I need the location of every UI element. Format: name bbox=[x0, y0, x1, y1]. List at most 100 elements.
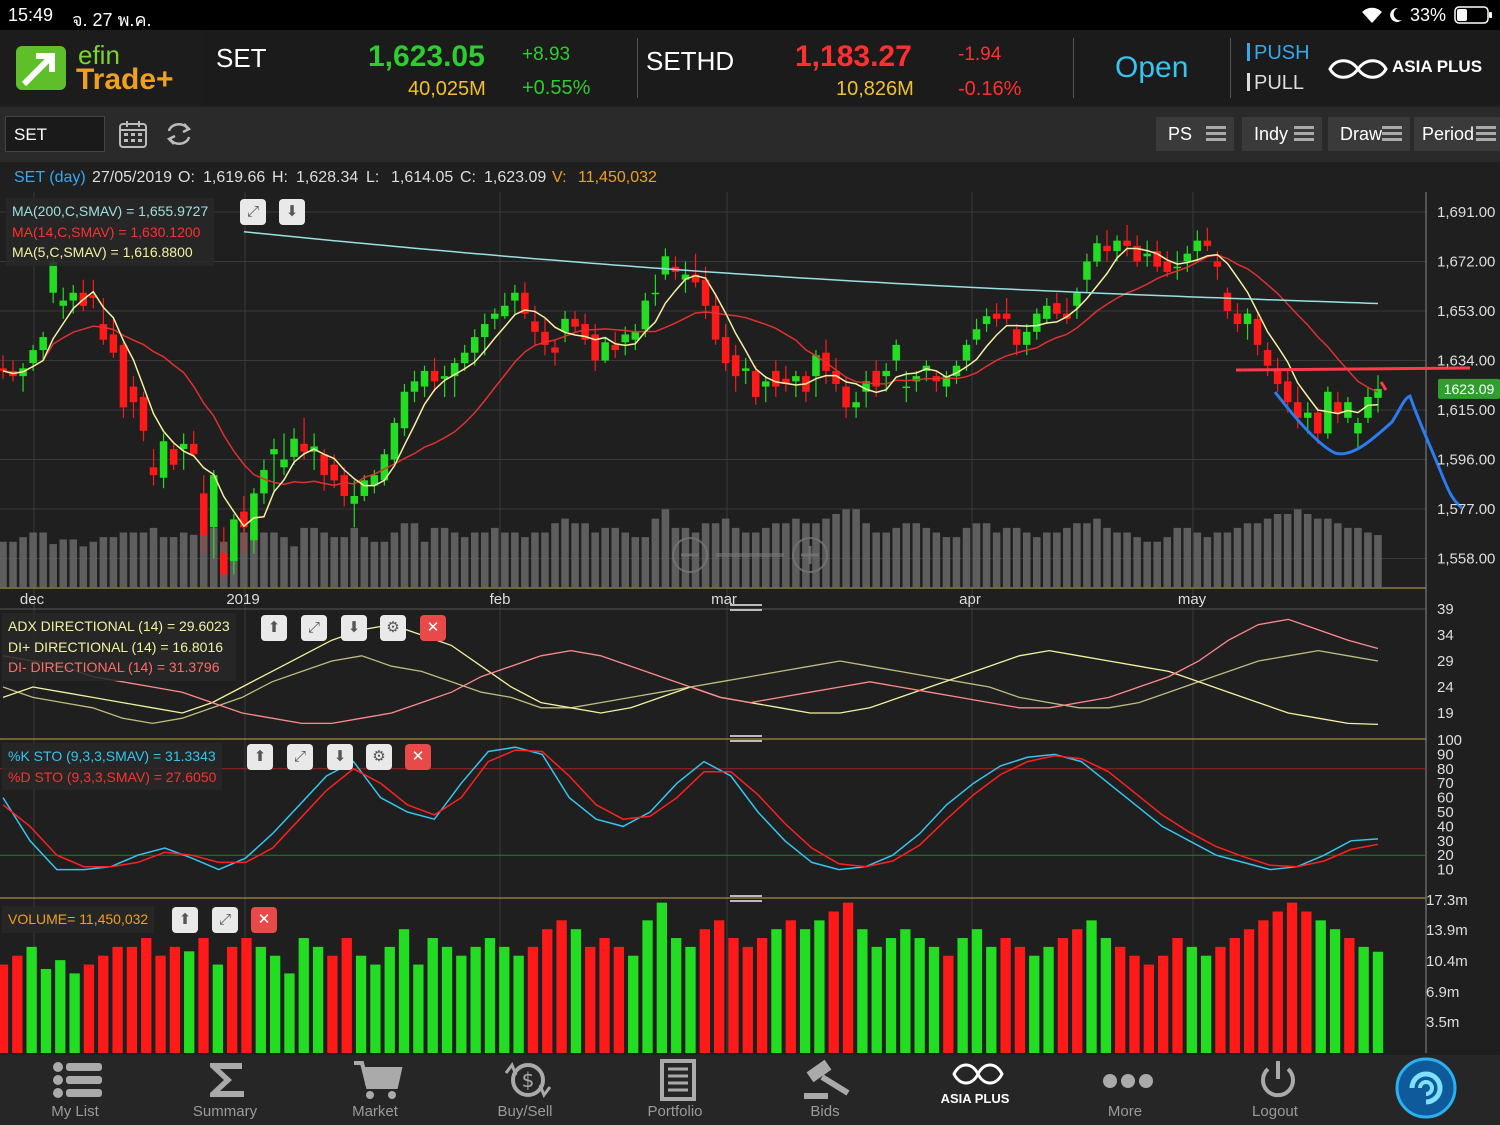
volume-overlay-bar bbox=[1253, 523, 1262, 588]
sto-legend: %K STO (9,3,3,SMAV) = 31.3343 %D STO (9,… bbox=[2, 743, 223, 790]
index-name: SET bbox=[216, 43, 267, 73]
arrow-down-icon[interactable]: ⬇ bbox=[279, 199, 305, 225]
candle-body bbox=[511, 292, 519, 301]
settings-icon[interactable]: ⚙ bbox=[366, 744, 392, 770]
volume-bar bbox=[284, 973, 295, 1053]
volume-bar bbox=[1272, 911, 1283, 1053]
month-label: apr bbox=[959, 591, 981, 608]
volume-overlay-bar bbox=[430, 527, 439, 588]
sync-fab-icon[interactable] bbox=[1392, 1055, 1460, 1121]
volume-bar bbox=[914, 938, 925, 1053]
volume-bar bbox=[585, 946, 596, 1053]
volume-bar bbox=[842, 902, 854, 1053]
volume-overlay-bar bbox=[420, 541, 429, 588]
volume-bar bbox=[1072, 929, 1083, 1053]
candle-body bbox=[1314, 412, 1322, 434]
volume-overlay-bar bbox=[681, 527, 690, 588]
ohlc-volume: 11,450,032 bbox=[578, 169, 657, 186]
volume-bar bbox=[986, 946, 997, 1053]
candle-body bbox=[651, 292, 660, 295]
ohlc-open: 1,619.66 bbox=[203, 169, 266, 186]
candle-body bbox=[1273, 370, 1282, 384]
volume-overlay-bar bbox=[511, 532, 519, 588]
expand-icon[interactable]: ⤢ bbox=[240, 199, 266, 225]
volume-overlay-bar bbox=[1133, 537, 1141, 588]
volume-bar bbox=[241, 938, 252, 1053]
volume-overlay-bar bbox=[49, 544, 57, 588]
arrow-up-icon[interactable]: ⬆ bbox=[261, 615, 287, 641]
candle-body bbox=[721, 337, 730, 364]
nav-buy-sell[interactable]: $ Buy/Sell bbox=[450, 1055, 600, 1125]
trade-arrow-icon bbox=[16, 46, 66, 90]
volume-overlay-bar bbox=[1063, 527, 1071, 588]
ps-button[interactable]: PS bbox=[1156, 117, 1234, 151]
period-button[interactable]: Period bbox=[1414, 117, 1500, 151]
close-icon[interactable]: ✕ bbox=[420, 615, 446, 641]
nav-label: Portfolio bbox=[647, 1103, 703, 1120]
indy-label: Indy bbox=[1254, 124, 1289, 144]
volume-overlay-bar bbox=[1113, 532, 1121, 588]
price-tick-label: 1,691.00 bbox=[1437, 204, 1495, 221]
volume-overlay-bar bbox=[59, 539, 67, 588]
volume-overlay-bar bbox=[551, 523, 559, 588]
volume-overlay-bar bbox=[922, 527, 931, 588]
volume-bar bbox=[699, 929, 710, 1053]
more-icon bbox=[1103, 1074, 1153, 1088]
nav-market[interactable]: Market bbox=[300, 1055, 450, 1125]
candle-body bbox=[491, 313, 499, 319]
nav-logout[interactable]: Logout bbox=[1200, 1055, 1350, 1125]
candle-body bbox=[631, 331, 640, 340]
arrow-down-icon[interactable]: ⬇ bbox=[327, 744, 353, 770]
symbol-input[interactable]: SET bbox=[5, 116, 105, 152]
refresh-icon[interactable] bbox=[164, 120, 194, 148]
price-tick-label: 1,615.00 bbox=[1437, 402, 1495, 419]
expand-icon[interactable]: ⤢ bbox=[212, 907, 238, 933]
volume-bar bbox=[513, 955, 524, 1053]
volume-bar bbox=[771, 929, 782, 1053]
volume-bar bbox=[1057, 938, 1069, 1053]
settings-icon[interactable]: ⚙ bbox=[380, 615, 406, 641]
volume-overlay-bar bbox=[631, 537, 640, 588]
ohlc-date: 27/05/2019 bbox=[92, 169, 173, 186]
nav-portfolio[interactable]: Portfolio bbox=[600, 1055, 750, 1125]
candle-body bbox=[59, 300, 67, 306]
calendar-icon[interactable] bbox=[118, 119, 148, 149]
volume-overlay-bar bbox=[882, 532, 890, 588]
expand-icon[interactable]: ⤢ bbox=[287, 744, 313, 770]
volume-overlay-bar bbox=[1314, 518, 1322, 588]
ticker-bar: efin Trade+ SET 1,623.05 +8.93 40,025M +… bbox=[0, 30, 1500, 105]
nav-bids[interactable]: Bids bbox=[750, 1055, 900, 1125]
arrow-up-icon[interactable]: ⬆ bbox=[172, 907, 198, 933]
candle-body bbox=[39, 337, 47, 351]
draw-label: Draw bbox=[1340, 124, 1383, 144]
expand-icon[interactable]: ⤢ bbox=[301, 615, 327, 641]
volume-bar bbox=[542, 929, 553, 1053]
volume-overlay-bar bbox=[400, 523, 409, 588]
volume-bar bbox=[642, 920, 653, 1053]
arrow-down-icon[interactable]: ⬇ bbox=[341, 615, 367, 641]
volume-bar bbox=[83, 964, 95, 1053]
volume-bar bbox=[785, 920, 796, 1053]
candle-body bbox=[69, 292, 78, 301]
ohlc-close: 1,623.09 bbox=[484, 169, 547, 186]
volume-overlay-bar bbox=[731, 527, 740, 588]
nav-my-list[interactable]: My List bbox=[0, 1055, 150, 1125]
volume-bar bbox=[1315, 920, 1326, 1053]
volume-overlay-bar bbox=[139, 532, 148, 588]
candle-body bbox=[320, 454, 328, 476]
draw-button[interactable]: Draw bbox=[1328, 117, 1410, 151]
volume-overlay-bar bbox=[741, 532, 750, 588]
close-icon[interactable]: ✕ bbox=[251, 907, 277, 933]
sto-tick-label: 10 bbox=[1437, 862, 1454, 879]
nav-more[interactable]: More bbox=[1050, 1055, 1200, 1125]
volume-bar bbox=[1215, 946, 1226, 1053]
nav-summary[interactable]: Summary bbox=[150, 1055, 300, 1125]
arrow-up-icon[interactable]: ⬆ bbox=[247, 744, 273, 770]
indy-button[interactable]: Indy bbox=[1242, 117, 1322, 151]
volume-overlay-bar bbox=[350, 527, 359, 588]
volume-overlay-bar bbox=[1193, 532, 1202, 588]
status-bar: 15:49 จ. 27 พ.ค. 33% bbox=[0, 0, 1500, 30]
index-name: SETHD bbox=[646, 46, 735, 76]
close-icon[interactable]: ✕ bbox=[405, 744, 431, 770]
nav-asia-plus[interactable]: ASIA PLUS bbox=[900, 1055, 1050, 1125]
